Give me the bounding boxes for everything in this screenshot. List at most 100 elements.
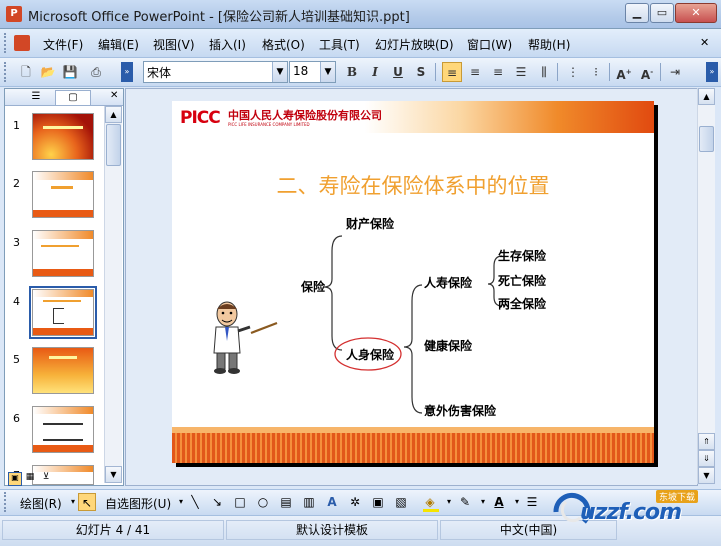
fill-color-swatch bbox=[423, 509, 439, 512]
bold-icon[interactable]: B bbox=[342, 62, 362, 82]
scroll-thumb[interactable] bbox=[106, 124, 121, 166]
node-health-insurance: 健康保险 bbox=[424, 339, 473, 353]
thumbnail-title-line bbox=[43, 300, 81, 302]
permission-icon[interactable]: ⎙ bbox=[86, 62, 106, 82]
clipart-icon[interactable]: ▣ bbox=[369, 493, 387, 511]
line-color-icon[interactable]: ✎ bbox=[456, 493, 474, 511]
scroll-up-icon[interactable]: ▲ bbox=[698, 88, 715, 105]
slideshow-view-icon[interactable]: ⊻ bbox=[40, 472, 52, 484]
minimize-button[interactable]: ▁ bbox=[625, 3, 649, 23]
diagram-icon[interactable]: ✲ bbox=[346, 493, 364, 511]
arrow-tool-icon[interactable]: ↘ bbox=[208, 493, 226, 511]
new-document-icon[interactable]: 🗋 bbox=[16, 62, 36, 82]
menu-window[interactable]: 窗口(W) bbox=[467, 36, 512, 53]
menu-bar: 文件(F) 编辑(E) 视图(V) 插入(I) 格式(O) 工具(T) 幻灯片放… bbox=[0, 29, 721, 58]
node-insurance: 保险 bbox=[301, 280, 326, 294]
indent-icon[interactable]: ⇥ bbox=[665, 62, 685, 82]
font-size-value: 18 bbox=[293, 64, 309, 78]
previous-slide-icon[interactable]: ⇑ bbox=[698, 433, 715, 450]
thumbnail-title-line bbox=[51, 186, 73, 189]
bullets-icon[interactable]: ⁝ bbox=[586, 62, 606, 82]
font-color-icon[interactable]: A bbox=[490, 493, 508, 511]
menu-insert[interactable]: 插入(I) bbox=[209, 36, 246, 53]
chevron-down-icon[interactable]: ▼ bbox=[320, 62, 335, 82]
rectangle-tool-icon[interactable]: □ bbox=[231, 493, 249, 511]
node-personal-insurance: 人身保险 bbox=[346, 348, 395, 362]
slide-thumbnail-6[interactable] bbox=[32, 406, 94, 453]
font-name-combo[interactable]: 宋体 ▼ bbox=[143, 61, 288, 83]
oval-tool-icon[interactable]: ○ bbox=[254, 493, 272, 511]
slide-thumbnail-2[interactable] bbox=[32, 171, 94, 218]
italic-icon[interactable]: I bbox=[365, 62, 385, 82]
text-direction-icon[interactable]: ⫼ bbox=[534, 62, 554, 82]
scroll-up-icon[interactable]: ▲ bbox=[105, 106, 122, 123]
numbering-icon[interactable]: ⋮ bbox=[563, 62, 583, 82]
chevron-down-icon[interactable]: ▼ bbox=[272, 62, 287, 82]
menu-view[interactable]: 视图(V) bbox=[153, 36, 195, 53]
menu-help[interactable]: 帮助(H) bbox=[528, 36, 570, 53]
toolbar-grip-icon[interactable] bbox=[4, 62, 10, 82]
slide-thumbnail-4[interactable] bbox=[29, 286, 97, 339]
font-size-combo[interactable]: 18 ▼ bbox=[289, 61, 336, 83]
wordart-icon[interactable]: A bbox=[323, 493, 341, 511]
align-left-icon[interactable]: ≡ bbox=[442, 62, 462, 82]
slide-scrollbar[interactable]: ▲ ⇑ ⇓ ▼ bbox=[697, 88, 715, 484]
select-objects-icon[interactable]: ↖ bbox=[78, 493, 96, 511]
slide-footer-top-line bbox=[172, 427, 654, 433]
title-bar: P Microsoft Office PowerPoint - [保险公司新人培… bbox=[0, 0, 721, 29]
thumbnail-number: 4 bbox=[13, 295, 20, 308]
slide-sorter-icon[interactable]: ▦ bbox=[24, 472, 36, 484]
save-icon[interactable]: 💾 bbox=[60, 62, 80, 82]
toolbar-separator bbox=[435, 63, 436, 81]
thumbnail-footer bbox=[33, 445, 93, 452]
view-buttons: ▣ ▦ ⊻ bbox=[4, 472, 122, 486]
document-icon[interactable] bbox=[14, 35, 30, 51]
vertical-textbox-icon[interactable]: ▥ bbox=[300, 493, 318, 511]
slide-thumbnail-1[interactable] bbox=[32, 113, 94, 160]
autoshapes-menu-button[interactable]: 自选图形(U) bbox=[105, 495, 171, 512]
menu-format[interactable]: 格式(O) bbox=[262, 36, 305, 53]
formatting-toolbar: 🗋 📂 💾 ⎙ » 宋体 ▼ 18 ▼ B I U S ≡ ≡ ≡ ☰ ⫼ ⋮ … bbox=[0, 58, 721, 87]
thumbnails-scrollbar[interactable]: ▲ ▼ bbox=[104, 106, 122, 483]
shadow-icon[interactable]: S bbox=[411, 62, 431, 82]
normal-view-icon[interactable]: ▣ bbox=[8, 472, 22, 486]
maximize-button[interactable]: ▭ bbox=[650, 3, 674, 23]
align-right-icon[interactable]: ≡ bbox=[488, 62, 508, 82]
menu-file[interactable]: 文件(F) bbox=[43, 36, 83, 53]
increase-font-icon[interactable]: A+ bbox=[614, 62, 634, 82]
textbox-tool-icon[interactable]: ▤ bbox=[277, 493, 295, 511]
distribute-icon[interactable]: ☰ bbox=[511, 62, 531, 82]
align-center-icon[interactable]: ≡ bbox=[465, 62, 485, 82]
menu-close-icon[interactable]: ✕ bbox=[700, 36, 709, 49]
decrease-font-icon[interactable]: A- bbox=[637, 62, 657, 82]
scroll-thumb[interactable] bbox=[699, 126, 714, 152]
close-button[interactable]: ✕ bbox=[675, 3, 717, 23]
draw-menu-button[interactable]: 绘图(R) bbox=[20, 495, 62, 512]
toolbar-grip-icon[interactable] bbox=[4, 33, 10, 53]
thumbnail-number: 6 bbox=[13, 412, 20, 425]
slide-thumbnail-5[interactable] bbox=[32, 347, 94, 394]
scroll-down-icon[interactable]: ▼ bbox=[698, 467, 715, 484]
pane-close-icon[interactable]: ✕ bbox=[110, 90, 118, 101]
slide-thumbnail-3[interactable] bbox=[32, 230, 94, 277]
line-style-icon[interactable]: ☰ bbox=[523, 493, 541, 511]
underline-icon[interactable]: U bbox=[388, 62, 408, 82]
toolbar-options-icon[interactable]: » bbox=[706, 62, 718, 82]
tab-outline[interactable]: ☰ bbox=[19, 90, 53, 104]
open-folder-icon[interactable]: 📂 bbox=[38, 62, 58, 82]
menu-edit[interactable]: 编辑(E) bbox=[98, 36, 139, 53]
menu-slideshow[interactable]: 幻灯片放映(D) bbox=[375, 36, 454, 53]
toolbar-grip-icon[interactable] bbox=[4, 492, 10, 512]
menu-tools[interactable]: 工具(T) bbox=[319, 36, 360, 53]
font-name-value: 宋体 bbox=[147, 66, 172, 80]
presenter-cartoon-icon bbox=[213, 301, 251, 374]
slide-editing-area[interactable]: PICC 中国人民人寿保险股份有限公司 PICC LIFE INSURANCE … bbox=[125, 88, 698, 486]
next-slide-icon[interactable]: ⇓ bbox=[698, 450, 715, 467]
thumbnail-footer bbox=[33, 328, 93, 335]
line-tool-icon[interactable]: ╲ bbox=[186, 493, 204, 511]
current-slide[interactable]: PICC 中国人民人寿保险股份有限公司 PICC LIFE INSURANCE … bbox=[172, 101, 654, 463]
powerpoint-app-icon[interactable]: P bbox=[6, 6, 22, 22]
tab-slides[interactable]: ▢ bbox=[55, 90, 91, 105]
toolbar-options-icon[interactable]: » bbox=[121, 62, 133, 82]
picture-icon[interactable]: ▧ bbox=[392, 493, 410, 511]
